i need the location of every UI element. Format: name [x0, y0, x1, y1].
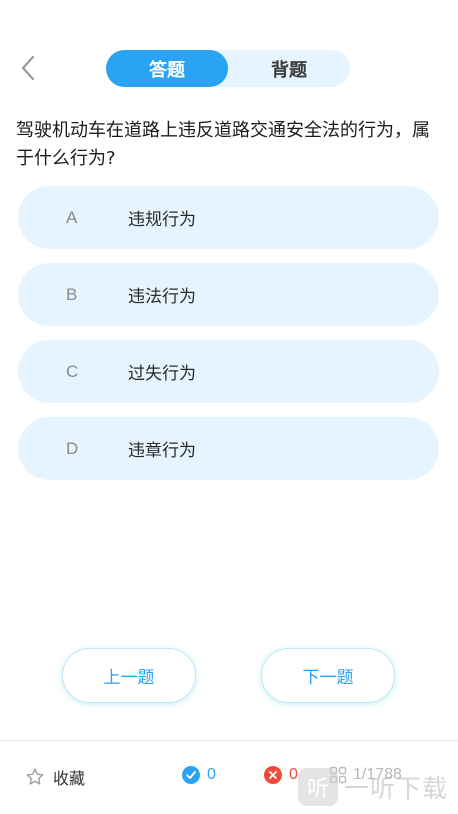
wrong-count-value: 0: [289, 766, 298, 783]
correct-count-value: 0: [207, 766, 216, 783]
watermark: 听 一听下载: [298, 768, 448, 806]
check-circle-icon: [182, 766, 200, 784]
wrong-count: 0: [264, 766, 298, 784]
option-text: 违法行为: [128, 287, 196, 307]
prev-question-button[interactable]: 上一题: [62, 648, 196, 703]
option-text: 过失行为: [128, 364, 196, 384]
option-b[interactable]: B 违法行为: [18, 263, 439, 326]
option-c[interactable]: C 过失行为: [18, 340, 439, 403]
option-text: 违规行为: [128, 210, 196, 230]
next-question-button[interactable]: 下一题: [261, 648, 395, 703]
option-text: 违章行为: [128, 441, 196, 461]
option-letter: C: [66, 361, 79, 381]
favorite-button[interactable]: 收藏: [25, 765, 85, 789]
back-button[interactable]: [14, 54, 42, 82]
option-d[interactable]: D 违章行为: [18, 417, 439, 480]
x-circle-icon: [264, 766, 282, 784]
tab-answer[interactable]: 答题: [106, 50, 228, 87]
watermark-logo: 听: [298, 768, 338, 806]
chevron-left-icon: [21, 55, 35, 81]
tab-memorize[interactable]: 背题: [228, 50, 350, 87]
star-outline-icon: [26, 768, 44, 785]
option-letter: D: [66, 438, 79, 458]
option-letter: A: [66, 207, 78, 227]
option-a[interactable]: A 违规行为: [18, 186, 439, 249]
option-letter: B: [66, 284, 78, 304]
watermark-text: 一听下载: [344, 774, 449, 803]
mode-toggle: 答题 背题: [106, 50, 350, 87]
question-text: 驾驶机动车在道路上违反道路交通安全法的行为，属于什么行为?: [16, 120, 430, 169]
favorite-label: 收藏: [53, 769, 86, 788]
correct-count: 0: [182, 766, 216, 784]
